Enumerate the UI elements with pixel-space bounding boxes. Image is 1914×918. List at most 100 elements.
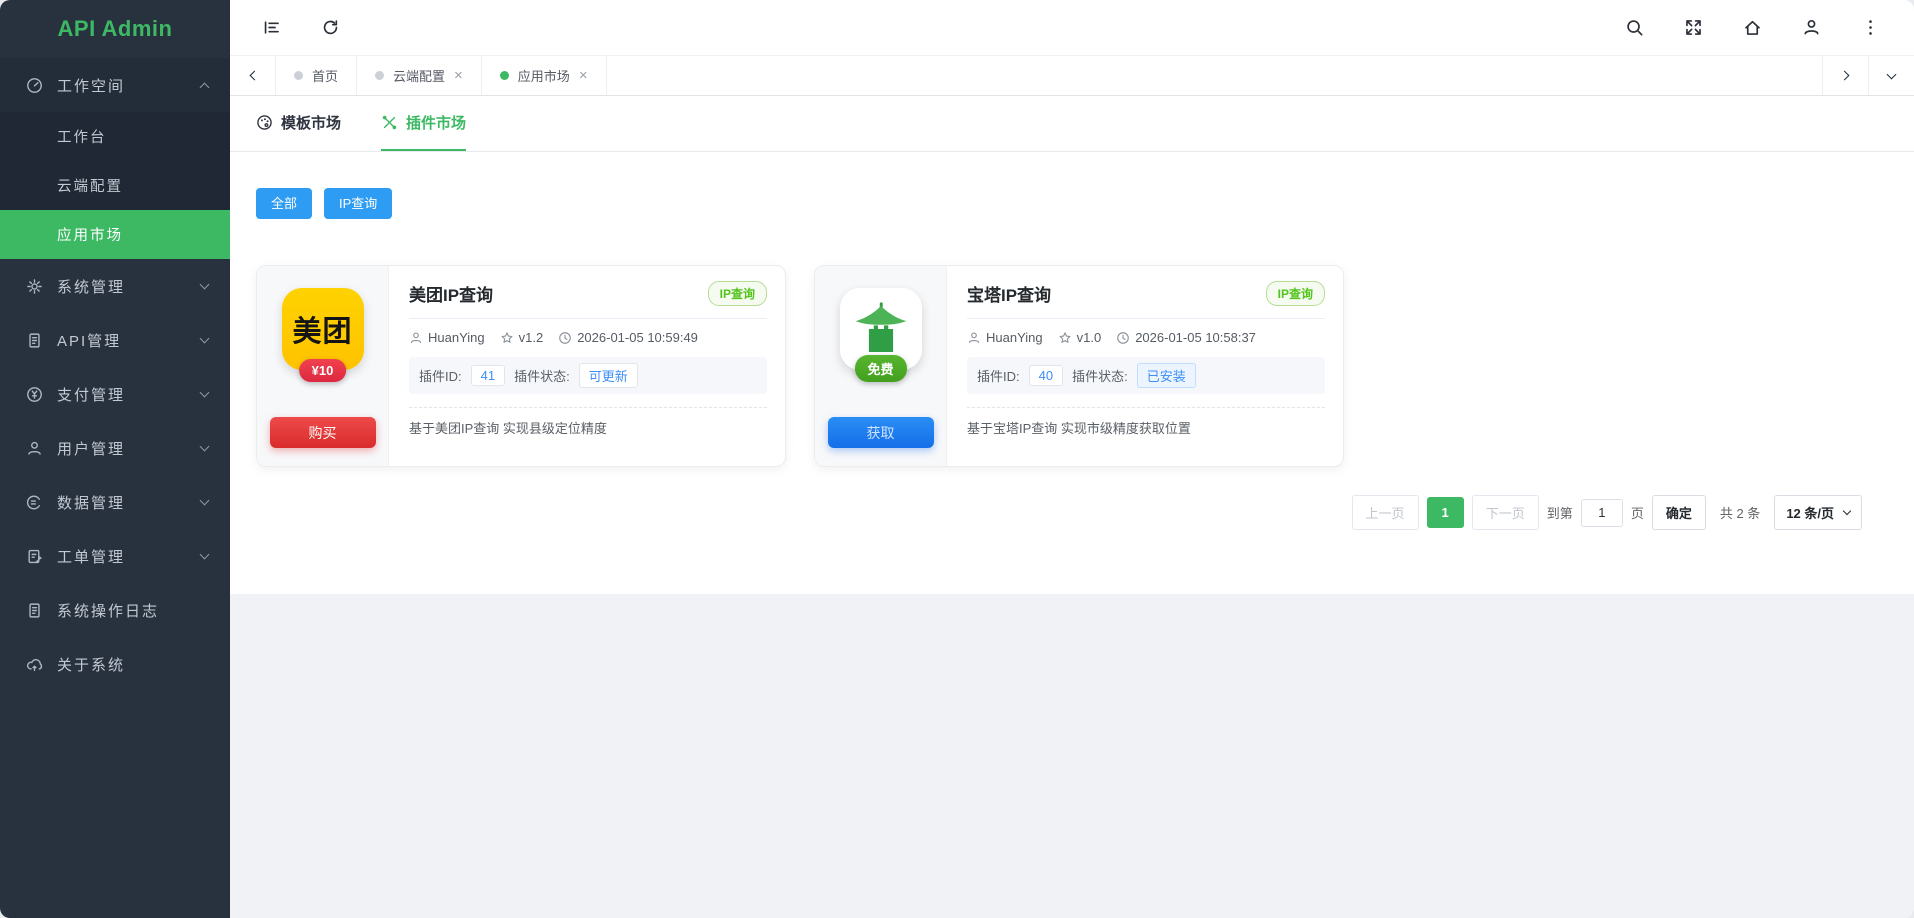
- data-icon: [26, 494, 43, 511]
- plugin-title: 美团IP查询: [409, 281, 493, 306]
- plugin-id-label: 插件ID:: [419, 366, 462, 385]
- sidebar-item-workbench[interactable]: 工作台: [0, 112, 230, 161]
- workspace-submenu: 工作台 云端配置 应用市场: [0, 112, 230, 259]
- plugin-time: 2026-01-05 10:58:37: [1135, 330, 1256, 345]
- palette-icon: [256, 114, 273, 131]
- tabs-scroll-left-button[interactable]: [230, 56, 276, 95]
- sidebar-item-api-management[interactable]: API管理: [0, 313, 230, 367]
- plugin-status-label: 插件状态:: [1072, 366, 1128, 385]
- prev-page-button[interactable]: 上一页: [1352, 495, 1419, 530]
- market-panel: 模板市场 插件市场 全部 IP查询: [230, 96, 1914, 594]
- search-icon[interactable]: [1625, 18, 1644, 37]
- next-page-button[interactable]: 下一页: [1472, 495, 1539, 530]
- tab-template-market[interactable]: 模板市场: [256, 96, 341, 151]
- sidebar-item-user-management[interactable]: 用户管理: [0, 421, 230, 475]
- category-tag: IP查询: [1266, 281, 1325, 306]
- sidebar-item-label: 应用市场: [57, 224, 123, 245]
- plugin-id-label: 插件ID:: [977, 366, 1020, 385]
- category-filters: 全部 IP查询: [230, 152, 1914, 219]
- app-icon-wrap: 免费: [840, 288, 922, 370]
- sidebar-item-payment-management[interactable]: 支付管理: [0, 367, 230, 421]
- sidebar-item-system-management[interactable]: 系统管理: [0, 259, 230, 313]
- star-icon: [500, 331, 514, 345]
- chevron-left-icon: [249, 71, 259, 81]
- app-logo: API Admin: [0, 0, 230, 58]
- dashed-divider: [967, 407, 1325, 408]
- page-content: 模板市场 插件市场 全部 IP查询: [230, 96, 1914, 918]
- filter-ip-query-button[interactable]: IP查询: [324, 188, 392, 219]
- tab-dot-icon: [375, 71, 384, 80]
- sidebar-item-label: 系统管理: [57, 276, 201, 297]
- sidebar-item-system-log[interactable]: 系统操作日志: [0, 583, 230, 637]
- top-header: [230, 0, 1914, 56]
- free-badge: 免费: [854, 355, 906, 382]
- tab-plugin-market[interactable]: 插件市场: [381, 96, 466, 151]
- user-icon: [26, 440, 43, 457]
- tab-dot-icon: [294, 71, 303, 80]
- plugin-time: 2026-01-05 10:59:49: [577, 330, 698, 345]
- total-count-label: 共 2 条: [1720, 503, 1760, 522]
- goto-prefix-label: 到第: [1547, 503, 1573, 522]
- app-window: API Admin 工作空间 工作台 云端配置 应用市场 系统: [0, 0, 1914, 918]
- plugin-status-value: 可更新: [579, 363, 638, 388]
- app-icon-wrap: 美团 ¥10: [282, 288, 364, 370]
- chevron-down-icon: [200, 496, 210, 506]
- plugin-card-baota: 免费 获取 宝塔IP查询 IP查询: [814, 265, 1344, 467]
- sidebar-item-about-system[interactable]: 关于系统: [0, 637, 230, 691]
- market-tab-label: 插件市场: [406, 112, 466, 133]
- clock-icon: [558, 331, 572, 345]
- tab-home[interactable]: 首页: [276, 56, 357, 95]
- author-icon: [409, 331, 423, 345]
- plugin-id-value: 41: [471, 365, 505, 386]
- current-page-button[interactable]: 1: [1427, 497, 1464, 528]
- page-size-select[interactable]: 12 条/页: [1774, 495, 1862, 530]
- about-cloud-icon: [26, 656, 43, 673]
- more-icon[interactable]: [1861, 18, 1880, 37]
- workorder-icon: [26, 548, 43, 565]
- sidebar-item-cloud-config[interactable]: 云端配置: [0, 161, 230, 210]
- pagination: 上一页 1 下一页 到第 页 确定 共 2 条 12 条/页: [230, 467, 1914, 530]
- plugin-cards-row: 美团 ¥10 购买 美团IP查询 IP查询: [230, 219, 1914, 467]
- page-tabs-bar: 首页 云端配置 应用市场: [230, 56, 1914, 96]
- collapse-menu-icon[interactable]: [262, 18, 281, 37]
- plugin-description: 基于美团IP查询 实现县级定位精度: [409, 418, 767, 437]
- market-tab-label: 模板市场: [281, 112, 341, 133]
- author-icon: [967, 331, 981, 345]
- market-tabs: 模板市场 插件市场: [230, 96, 1914, 152]
- tab-label: 云端配置: [393, 66, 445, 85]
- tabs-menu-button[interactable]: [1868, 56, 1914, 95]
- clock-icon: [1116, 331, 1130, 345]
- close-icon[interactable]: [579, 68, 588, 83]
- sidebar-item-workspace[interactable]: 工作空间: [0, 58, 230, 112]
- fullscreen-icon[interactable]: [1684, 18, 1703, 37]
- get-button[interactable]: 获取: [828, 417, 934, 448]
- card-left-pane: 美团 ¥10 购买: [257, 266, 389, 466]
- refresh-icon[interactable]: [321, 18, 340, 37]
- divider: [409, 318, 767, 319]
- sidebar-item-workorder-management[interactable]: 工单管理: [0, 529, 230, 583]
- tab-app-market[interactable]: 应用市场: [482, 56, 607, 95]
- sidebar-item-label: 数据管理: [57, 492, 201, 513]
- category-tag: IP查询: [708, 281, 767, 306]
- confirm-button[interactable]: 确定: [1652, 495, 1706, 530]
- sidebar-menu: 工作空间 工作台 云端配置 应用市场 系统管理: [0, 58, 230, 918]
- close-icon[interactable]: [454, 68, 463, 83]
- tab-cloud-config[interactable]: 云端配置: [357, 56, 482, 95]
- card-right-pane: 宝塔IP查询 IP查询 HuanYing: [947, 266, 1343, 466]
- chevron-down-icon: [200, 442, 210, 452]
- buy-button[interactable]: 购买: [270, 417, 376, 448]
- tabbar-spacer: [607, 56, 1822, 95]
- sidebar-item-label: 支付管理: [57, 384, 201, 405]
- home-icon[interactable]: [1743, 18, 1762, 37]
- goto-suffix-label: 页: [1631, 503, 1644, 522]
- goto-page-input[interactable]: [1581, 499, 1623, 527]
- sidebar-item-app-market[interactable]: 应用市场: [0, 210, 230, 259]
- plugin-status-label: 插件状态:: [514, 366, 570, 385]
- sidebar-item-label: 云端配置: [57, 175, 123, 196]
- gear-icon: [26, 278, 43, 295]
- sidebar-item-data-management[interactable]: 数据管理: [0, 475, 230, 529]
- user-icon[interactable]: [1802, 18, 1821, 37]
- tabs-scroll-right-button[interactable]: [1822, 56, 1868, 95]
- plugin-meta: HuanYing v1.0 2026-01-05 10:58:37: [967, 330, 1325, 345]
- filter-all-button[interactable]: 全部: [256, 188, 312, 219]
